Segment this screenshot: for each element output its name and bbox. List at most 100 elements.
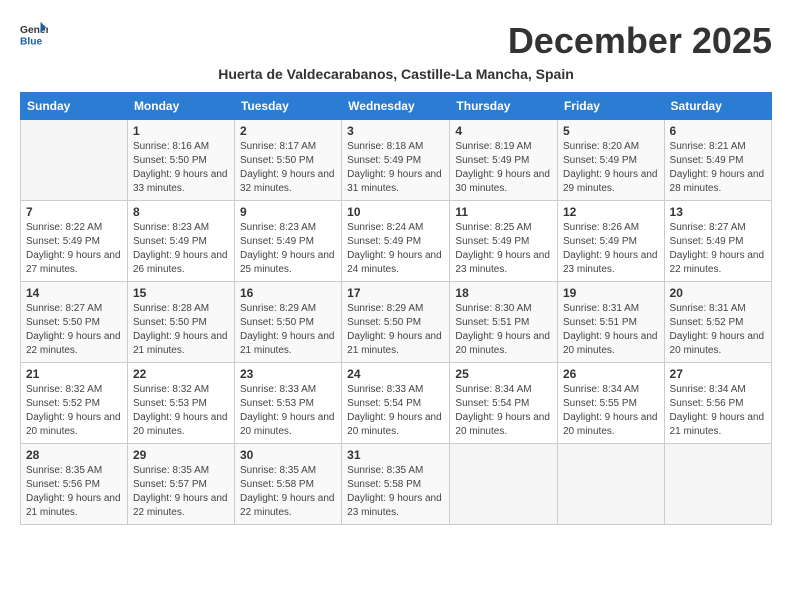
day-number: 10: [347, 205, 444, 219]
day-number: 15: [133, 286, 229, 300]
day-info: Sunrise: 8:27 AMSunset: 5:50 PMDaylight:…: [26, 302, 122, 358]
calendar-cell: 2Sunrise: 8:17 AMSunset: 5:50 PMDaylight…: [234, 120, 341, 201]
calendar-week-1: 1 Sunrise: 8:16 AMSunset: 5:50 PMDaylight…: [21, 120, 772, 201]
calendar-cell: 6Sunrise: 8:21 AMSunset: 5:49 PMDaylight…: [664, 120, 771, 201]
day-number: 14: [26, 286, 122, 300]
calendar-cell: [21, 120, 128, 201]
header-wednesday: Wednesday: [342, 93, 450, 120]
day-info: Sunrise: 8:31 AMSunset: 5:51 PMDaylight:…: [563, 302, 659, 358]
day-info: Sunrise: 8:22 AMSunset: 5:49 PMDaylight:…: [26, 221, 122, 277]
month-title: December 2025: [508, 20, 772, 62]
page-container: General Blue December 2025 Huerta de Val…: [20, 20, 772, 525]
day-number: 11: [455, 205, 552, 219]
day-number: 28: [26, 448, 122, 462]
header: General Blue December 2025: [20, 20, 772, 62]
day-number: 25: [455, 367, 552, 381]
calendar-cell: 21 Sunrise: 8:32 AMSunset: 5:52 PMDayligh…: [21, 363, 128, 444]
calendar-cell: 23Sunrise: 8:33 AMSunset: 5:53 PMDayligh…: [234, 363, 341, 444]
day-info: Sunrise: 8:16 AMSunset: 5:50 PMDaylight:…: [133, 140, 229, 196]
calendar-cell: 20 Sunrise: 8:31 AMSunset: 5:52 PMDayligh…: [664, 282, 771, 363]
calendar-cell: 25Sunrise: 8:34 AMSunset: 5:54 PMDayligh…: [450, 363, 558, 444]
calendar-cell: 22Sunrise: 8:32 AMSunset: 5:53 PMDayligh…: [127, 363, 234, 444]
header-saturday: Saturday: [664, 93, 771, 120]
calendar-cell: 1 Sunrise: 8:16 AMSunset: 5:50 PMDaylight…: [127, 120, 234, 201]
calendar-cell: [450, 444, 558, 525]
day-info: Sunrise: 8:27 AMSunset: 5:49 PMDaylight:…: [670, 221, 766, 277]
calendar-cell: 5 Sunrise: 8:20 AMSunset: 5:49 PMDaylight…: [557, 120, 664, 201]
day-number: 20: [670, 286, 766, 300]
day-number: 7: [26, 205, 122, 219]
day-number: 12: [563, 205, 659, 219]
calendar-cell: 11 Sunrise: 8:25 AMSunset: 5:49 PMDayligh…: [450, 201, 558, 282]
day-info: Sunrise: 8:26 AMSunset: 5:49 PMDaylight:…: [563, 221, 659, 277]
calendar-cell: 17 Sunrise: 8:29 AMSunset: 5:50 PMDayligh…: [342, 282, 450, 363]
day-number: 31: [347, 448, 444, 462]
day-info: Sunrise: 8:35 AMSunset: 5:58 PMDaylight:…: [240, 464, 336, 520]
day-number: 13: [670, 205, 766, 219]
day-number: 27: [670, 367, 766, 381]
calendar-week-5: 28 Sunrise: 8:35 AMSunset: 5:56 PMDayligh…: [21, 444, 772, 525]
calendar-cell: 26Sunrise: 8:34 AMSunset: 5:55 PMDayligh…: [557, 363, 664, 444]
day-number: 21: [26, 367, 122, 381]
calendar-cell: 12 Sunrise: 8:26 AMSunset: 5:49 PMDayligh…: [557, 201, 664, 282]
calendar-cell: 7 Sunrise: 8:22 AMSunset: 5:49 PMDaylight…: [21, 201, 128, 282]
calendar-cell: 19 Sunrise: 8:31 AMSunset: 5:51 PMDayligh…: [557, 282, 664, 363]
day-number: 29: [133, 448, 229, 462]
day-number: 2: [240, 124, 336, 138]
calendar-cell: 18 Sunrise: 8:30 AMSunset: 5:51 PMDayligh…: [450, 282, 558, 363]
day-info: Sunrise: 8:34 AMSunset: 5:55 PMDaylight:…: [563, 383, 659, 439]
day-number: 3: [347, 124, 444, 138]
day-number: 9: [240, 205, 336, 219]
calendar-cell: [664, 444, 771, 525]
calendar-cell: 13 Sunrise: 8:27 AMSunset: 5:49 PMDayligh…: [664, 201, 771, 282]
header-tuesday: Tuesday: [234, 93, 341, 120]
logo: General Blue: [20, 20, 50, 48]
day-info: Sunrise: 8:23 AMSunset: 5:49 PMDaylight:…: [240, 221, 336, 277]
day-info: Sunrise: 8:30 AMSunset: 5:51 PMDaylight:…: [455, 302, 552, 358]
day-info: Sunrise: 8:18 AMSunset: 5:49 PMDaylight:…: [347, 140, 444, 196]
day-number: 8: [133, 205, 229, 219]
day-info: Sunrise: 8:35 AMSunset: 5:56 PMDaylight:…: [26, 464, 122, 520]
calendar-cell: 4Sunrise: 8:19 AMSunset: 5:49 PMDaylight…: [450, 120, 558, 201]
calendar-week-3: 14 Sunrise: 8:27 AMSunset: 5:50 PMDayligh…: [21, 282, 772, 363]
calendar-cell: 14 Sunrise: 8:27 AMSunset: 5:50 PMDayligh…: [21, 282, 128, 363]
calendar-cell: 30 Sunrise: 8:35 AMSunset: 5:58 PMDayligh…: [234, 444, 341, 525]
calendar-cell: 27 Sunrise: 8:34 AMSunset: 5:56 PMDayligh…: [664, 363, 771, 444]
day-info: Sunrise: 8:29 AMSunset: 5:50 PMDaylight:…: [347, 302, 444, 358]
day-info: Sunrise: 8:25 AMSunset: 5:49 PMDaylight:…: [455, 221, 552, 277]
header-monday: Monday: [127, 93, 234, 120]
calendar-cell: 15Sunrise: 8:28 AMSunset: 5:50 PMDayligh…: [127, 282, 234, 363]
subtitle: Huerta de Valdecarabanos, Castille-La Ma…: [20, 66, 772, 82]
day-info: Sunrise: 8:33 AMSunset: 5:53 PMDaylight:…: [240, 383, 336, 439]
day-info: Sunrise: 8:24 AMSunset: 5:49 PMDaylight:…: [347, 221, 444, 277]
calendar-cell: 16Sunrise: 8:29 AMSunset: 5:50 PMDayligh…: [234, 282, 341, 363]
day-number: 18: [455, 286, 552, 300]
calendar-cell: [557, 444, 664, 525]
day-number: 19: [563, 286, 659, 300]
calendar-cell: 3 Sunrise: 8:18 AMSunset: 5:49 PMDaylight…: [342, 120, 450, 201]
day-info: Sunrise: 8:34 AMSunset: 5:56 PMDaylight:…: [670, 383, 766, 439]
day-number: 5: [563, 124, 659, 138]
day-info: Sunrise: 8:32 AMSunset: 5:53 PMDaylight:…: [133, 383, 229, 439]
day-info: Sunrise: 8:19 AMSunset: 5:49 PMDaylight:…: [455, 140, 552, 196]
day-number: 1: [133, 124, 229, 138]
day-number: 16: [240, 286, 336, 300]
day-number: 30: [240, 448, 336, 462]
calendar-cell: 31Sunrise: 8:35 AMSunset: 5:58 PMDayligh…: [342, 444, 450, 525]
calendar-cell: 24Sunrise: 8:33 AMSunset: 5:54 PMDayligh…: [342, 363, 450, 444]
weekday-header-row: Sunday Monday Tuesday Wednesday Thursday…: [21, 93, 772, 120]
svg-text:Blue: Blue: [20, 36, 43, 47]
logo-icon: General Blue: [20, 20, 48, 48]
day-info: Sunrise: 8:32 AMSunset: 5:52 PMDaylight:…: [26, 383, 122, 439]
day-info: Sunrise: 8:35 AMSunset: 5:57 PMDaylight:…: [133, 464, 229, 520]
header-sunday: Sunday: [21, 93, 128, 120]
calendar-cell: 8Sunrise: 8:23 AMSunset: 5:49 PMDaylight…: [127, 201, 234, 282]
day-info: Sunrise: 8:20 AMSunset: 5:49 PMDaylight:…: [563, 140, 659, 196]
day-info: Sunrise: 8:31 AMSunset: 5:52 PMDaylight:…: [670, 302, 766, 358]
day-number: 17: [347, 286, 444, 300]
day-info: Sunrise: 8:33 AMSunset: 5:54 PMDaylight:…: [347, 383, 444, 439]
calendar-week-2: 7 Sunrise: 8:22 AMSunset: 5:49 PMDaylight…: [21, 201, 772, 282]
calendar-cell: 28 Sunrise: 8:35 AMSunset: 5:56 PMDayligh…: [21, 444, 128, 525]
header-friday: Friday: [557, 93, 664, 120]
day-number: 6: [670, 124, 766, 138]
